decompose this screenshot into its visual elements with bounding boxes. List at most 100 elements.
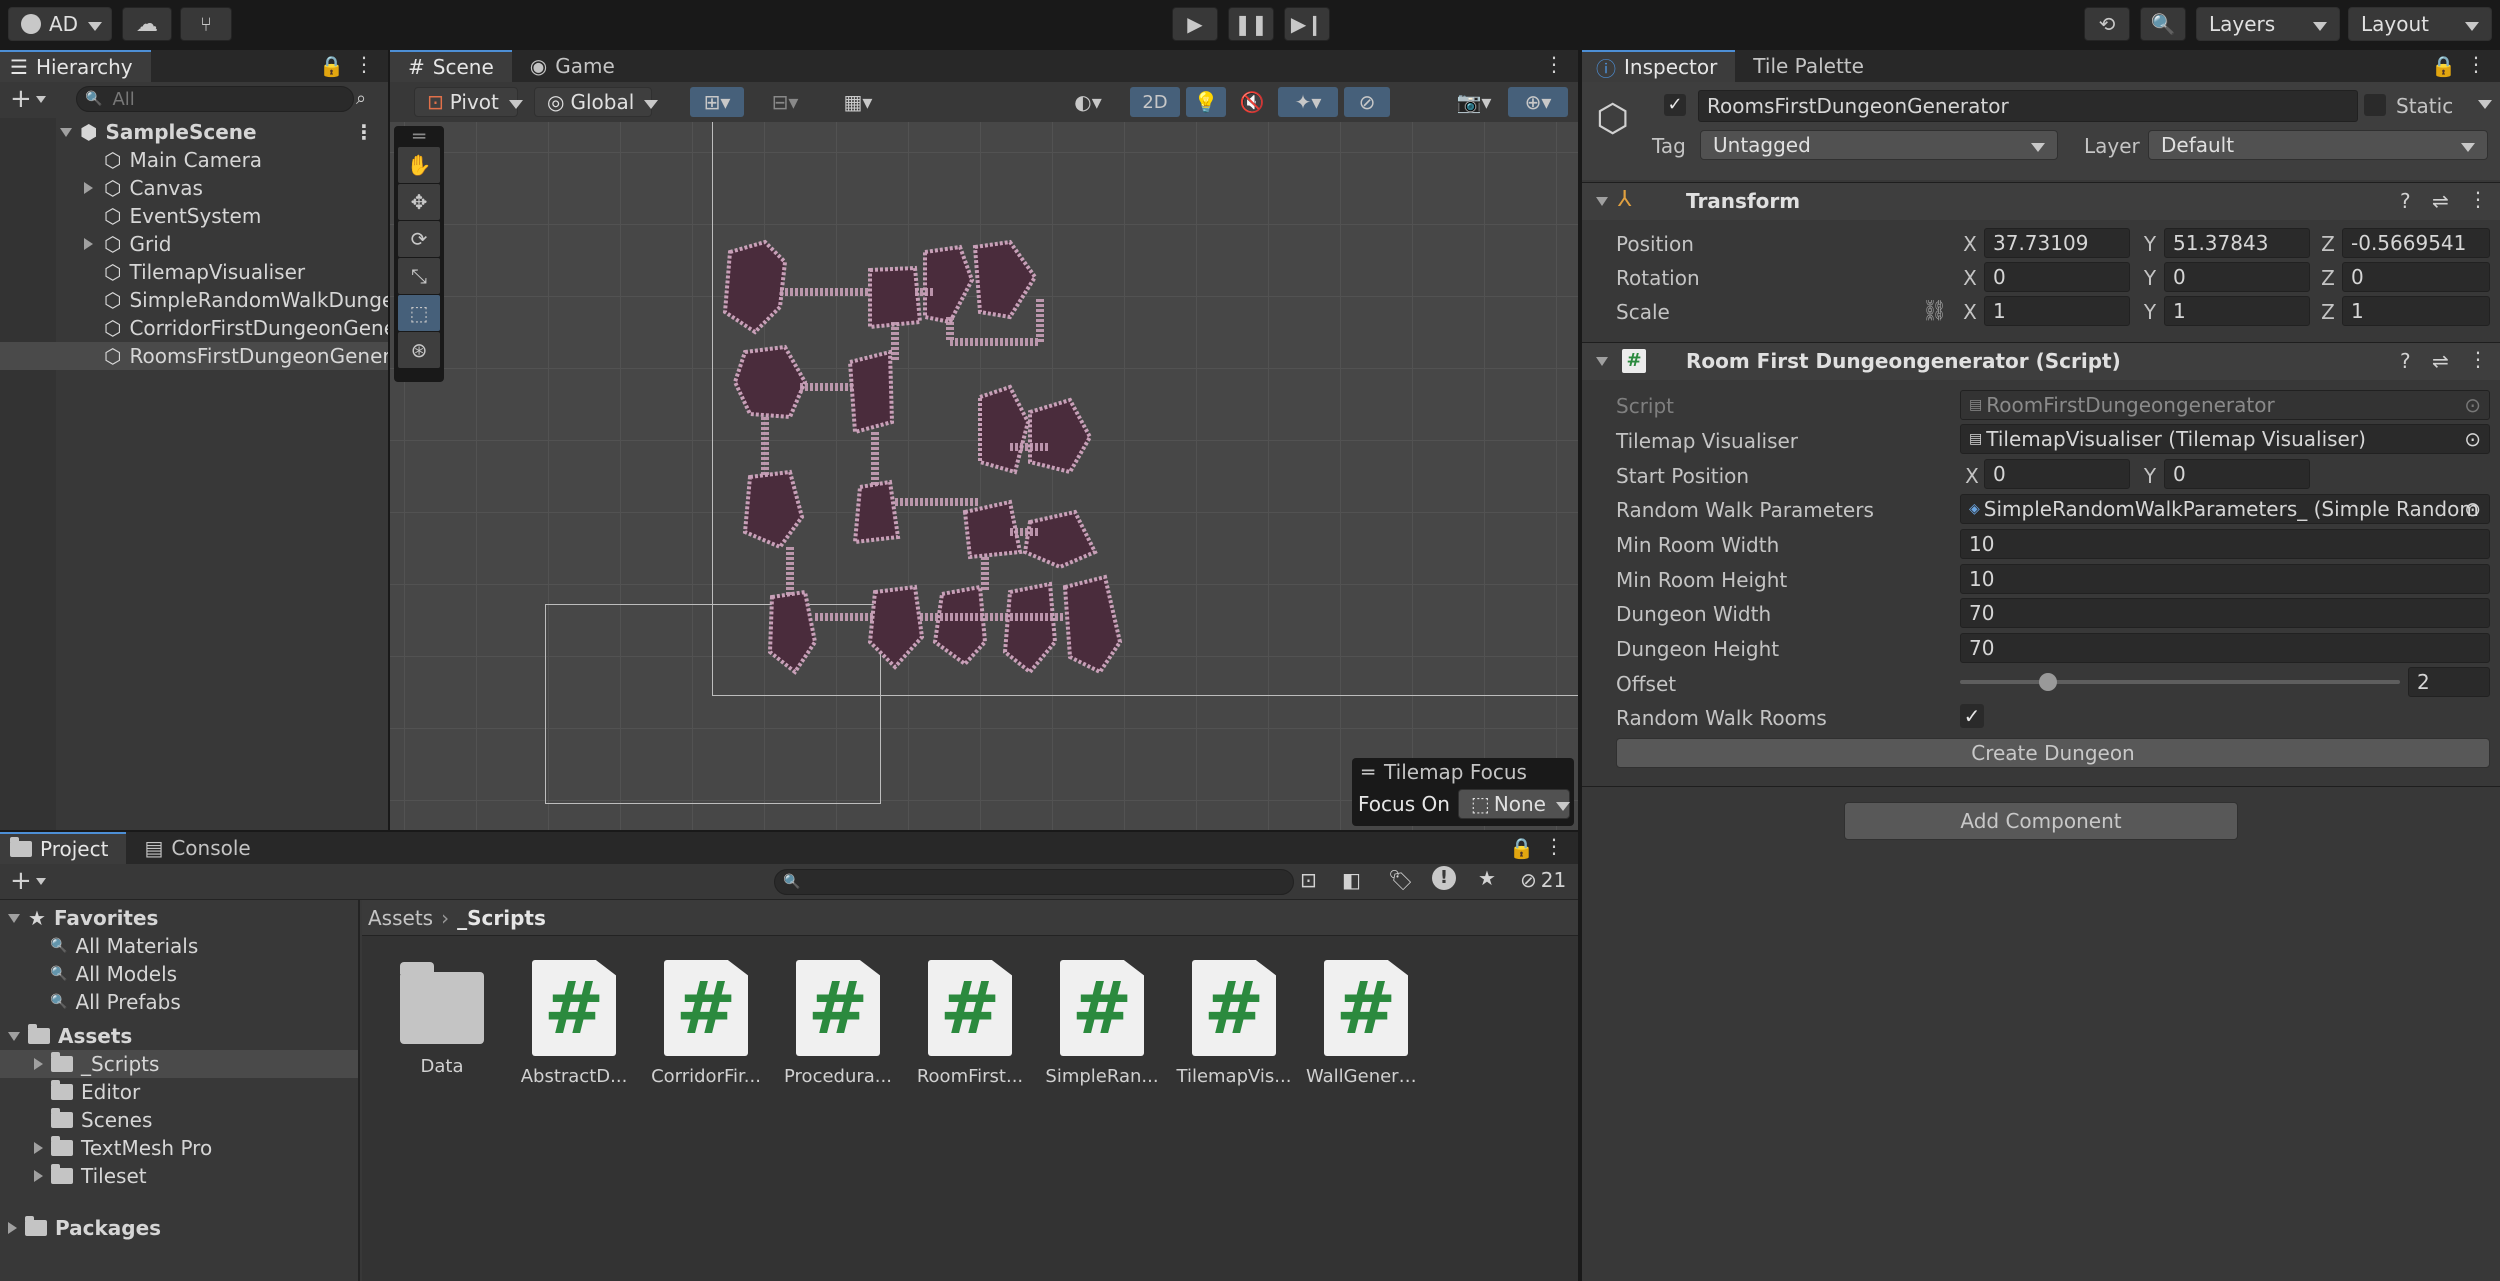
gizmos-toggle[interactable]: ⊕▾ [1508, 87, 1568, 117]
effects-toggle[interactable]: ✦▾ [1278, 87, 1338, 117]
hierarchy-item[interactable]: ⬡ SimpleRandomWalkDungeonGenerator [0, 286, 388, 314]
rotation-z-field[interactable]: 0 [2342, 262, 2490, 292]
breadcrumb-scripts[interactable]: _Scripts [457, 906, 546, 930]
move-tool-button[interactable]: ✥ [398, 184, 440, 220]
tab-game[interactable]: ◉ Game [512, 50, 633, 82]
account-dropdown[interactable]: AD [8, 7, 112, 41]
hidden-objects-toggle[interactable]: ⊘ [1344, 87, 1390, 117]
asset-folder-item[interactable]: Editor [0, 1078, 358, 1106]
position-y-field[interactable]: 51.37843 [2164, 228, 2310, 258]
label-tag-icon[interactable]: 🏷 [1388, 868, 1413, 892]
lighting-toggle[interactable]: 💡 [1186, 87, 1226, 117]
expand-icon[interactable] [34, 1142, 43, 1154]
object-picker-icon[interactable]: ⊙ [2464, 497, 2481, 521]
help-icon[interactable]: ? [2400, 349, 2411, 373]
assets-row[interactable]: Assets [8, 1022, 132, 1050]
drag-handle-icon[interactable]: ═ [1362, 760, 1374, 784]
collapse-icon[interactable] [8, 1031, 20, 1041]
favorite-star-icon[interactable]: ★ [1478, 866, 1496, 890]
slider-thumb[interactable] [2039, 673, 2057, 691]
hierarchy-item[interactable]: ⬡ Main Camera [0, 146, 388, 174]
scene-row[interactable]: ⬢ SampleScene ⋮ [0, 118, 388, 146]
drag-handle-icon[interactable]: ═ [394, 124, 444, 148]
increment-snap-button[interactable]: ⊟▾ [758, 87, 812, 117]
transform-tool-button[interactable]: ⊛ [398, 332, 440, 368]
tab-inspector[interactable]: ⓘ Inspector [1582, 50, 1736, 82]
help-icon[interactable]: ? [2400, 189, 2411, 213]
play-button[interactable]: ▶ [1172, 7, 1218, 41]
focus-on-dropdown[interactable]: ⬚ None [1457, 789, 1570, 819]
tab-project[interactable]: Project [0, 832, 127, 864]
scale-y-field[interactable]: 1 [2164, 296, 2310, 326]
more-options-icon[interactable]: ⋮ [354, 52, 374, 76]
breadcrumb-assets[interactable]: Assets [368, 906, 433, 930]
lock-icon[interactable]: 🔒 [319, 54, 344, 78]
hierarchy-search-input[interactable]: 🔍 All [76, 86, 354, 112]
hierarchy-item[interactable]: ⬡ TilemapVisualiser [0, 258, 388, 286]
more-options-icon[interactable]: ⋮ [2468, 347, 2488, 371]
random-walk-rooms-checkbox[interactable]: ✓ [1960, 704, 1984, 728]
more-options-icon[interactable]: ⋮ [354, 120, 374, 144]
filter-type-icon[interactable]: ◧ [1342, 868, 1361, 892]
hierarchy-item[interactable]: ⬡ Canvas [0, 174, 388, 202]
start-x-field[interactable]: 0 [1984, 459, 2130, 489]
add-icon[interactable]: + [10, 84, 32, 114]
undo-history-button[interactable]: ⟲ [2084, 7, 2130, 41]
rotate-tool-button[interactable]: ⟳ [398, 221, 440, 257]
packages-row[interactable]: Packages [8, 1214, 161, 1242]
position-z-field[interactable]: -0.5669541 [2342, 228, 2490, 258]
script-asset-tile[interactable]: # RoomFirst... [910, 960, 1030, 1087]
collapse-icon[interactable] [8, 913, 20, 923]
min-room-height-field[interactable]: 10 [1960, 564, 2490, 594]
hierarchy-item[interactable]: ⬡ RoomsFirstDungeonGenerator [0, 342, 388, 370]
start-y-field[interactable]: 0 [2164, 459, 2310, 489]
dungeon-height-field[interactable]: 70 [1960, 633, 2490, 663]
favorite-item[interactable]: 🔍 All Models [50, 960, 177, 988]
favorite-item[interactable]: 🔍 All Materials [50, 932, 198, 960]
layout-dropdown[interactable]: Layout [2348, 7, 2492, 41]
expand-icon[interactable] [34, 1170, 43, 1182]
script-asset-tile[interactable]: # SimpleRan... [1042, 960, 1162, 1087]
hand-tool-button[interactable]: ✋ [398, 147, 440, 183]
position-x-field[interactable]: 37.73109 [1984, 228, 2130, 258]
hierarchy-item[interactable]: ⬡ Grid [0, 230, 388, 258]
script-asset-tile[interactable]: # WallGenera... [1306, 960, 1426, 1087]
active-checkbox[interactable]: ✓ [1664, 94, 1686, 116]
favorites-row[interactable]: ★ Favorites [8, 904, 158, 932]
more-options-icon[interactable]: ⋮ [2466, 52, 2486, 76]
expand-icon[interactable] [84, 238, 93, 250]
script-asset-tile[interactable]: # CorridorFir... [646, 960, 766, 1087]
offset-field[interactable]: 2 [2408, 667, 2490, 697]
lock-icon[interactable]: 🔒 [1509, 836, 1534, 860]
search-button[interactable]: 🔍 [2140, 7, 2186, 41]
add-icon[interactable]: + [10, 866, 32, 896]
rect-tool-button[interactable]: ⬚ [398, 295, 440, 331]
tab-scene[interactable]: # Scene [390, 50, 512, 82]
transform-header[interactable]: ⅄ Transform ? ⇌ ⋮ [1582, 182, 2500, 220]
pause-button[interactable]: ❚❚ [1228, 7, 1274, 41]
expand-icon[interactable] [60, 127, 72, 137]
tilemap-visualiser-field[interactable]: ▤ TilemapVisualiser (Tilemap Visualiser) ⊙ [1960, 424, 2490, 454]
scale-z-field[interactable]: 1 [2342, 296, 2490, 326]
scene-viewport[interactable]: ═ ✋ ✥ ⟳ ⤡ ⬚ ⊛ ═ Tilemap Focus Focus On ⬚ N… [390, 122, 1578, 830]
lock-icon[interactable]: 🔒 [2431, 54, 2456, 78]
shading-mode-button[interactable]: ◐▾ [1060, 87, 1116, 117]
collapse-icon[interactable] [1596, 357, 1608, 366]
expand-icon[interactable] [34, 1058, 43, 1070]
expand-icon[interactable] [8, 1222, 17, 1234]
asset-folder-item[interactable]: Scenes [0, 1106, 358, 1134]
rotation-y-field[interactable]: 0 [2164, 262, 2310, 292]
camera-settings-button[interactable]: 📷▾ [1444, 87, 1504, 117]
chevron-down-icon[interactable] [36, 96, 46, 108]
tab-console[interactable]: ▤ Console [126, 832, 268, 864]
grid-visibility-button[interactable]: ▦▾ [830, 87, 886, 117]
expand-icon[interactable] [84, 182, 93, 194]
min-room-width-field[interactable]: 10 [1960, 529, 2490, 559]
asset-folder-item[interactable]: TextMesh Pro [0, 1134, 358, 1162]
tag-dropdown[interactable]: Untagged [1700, 130, 2058, 160]
static-checkbox[interactable] [2364, 94, 2386, 116]
create-dungeon-button[interactable]: Create Dungeon [1616, 738, 2490, 768]
step-button[interactable]: ▶❙ [1284, 7, 1330, 41]
unlink-icon[interactable]: ⛓ [1922, 298, 1947, 322]
pivot-dropdown[interactable]: ⊡ Pivot [414, 87, 518, 117]
